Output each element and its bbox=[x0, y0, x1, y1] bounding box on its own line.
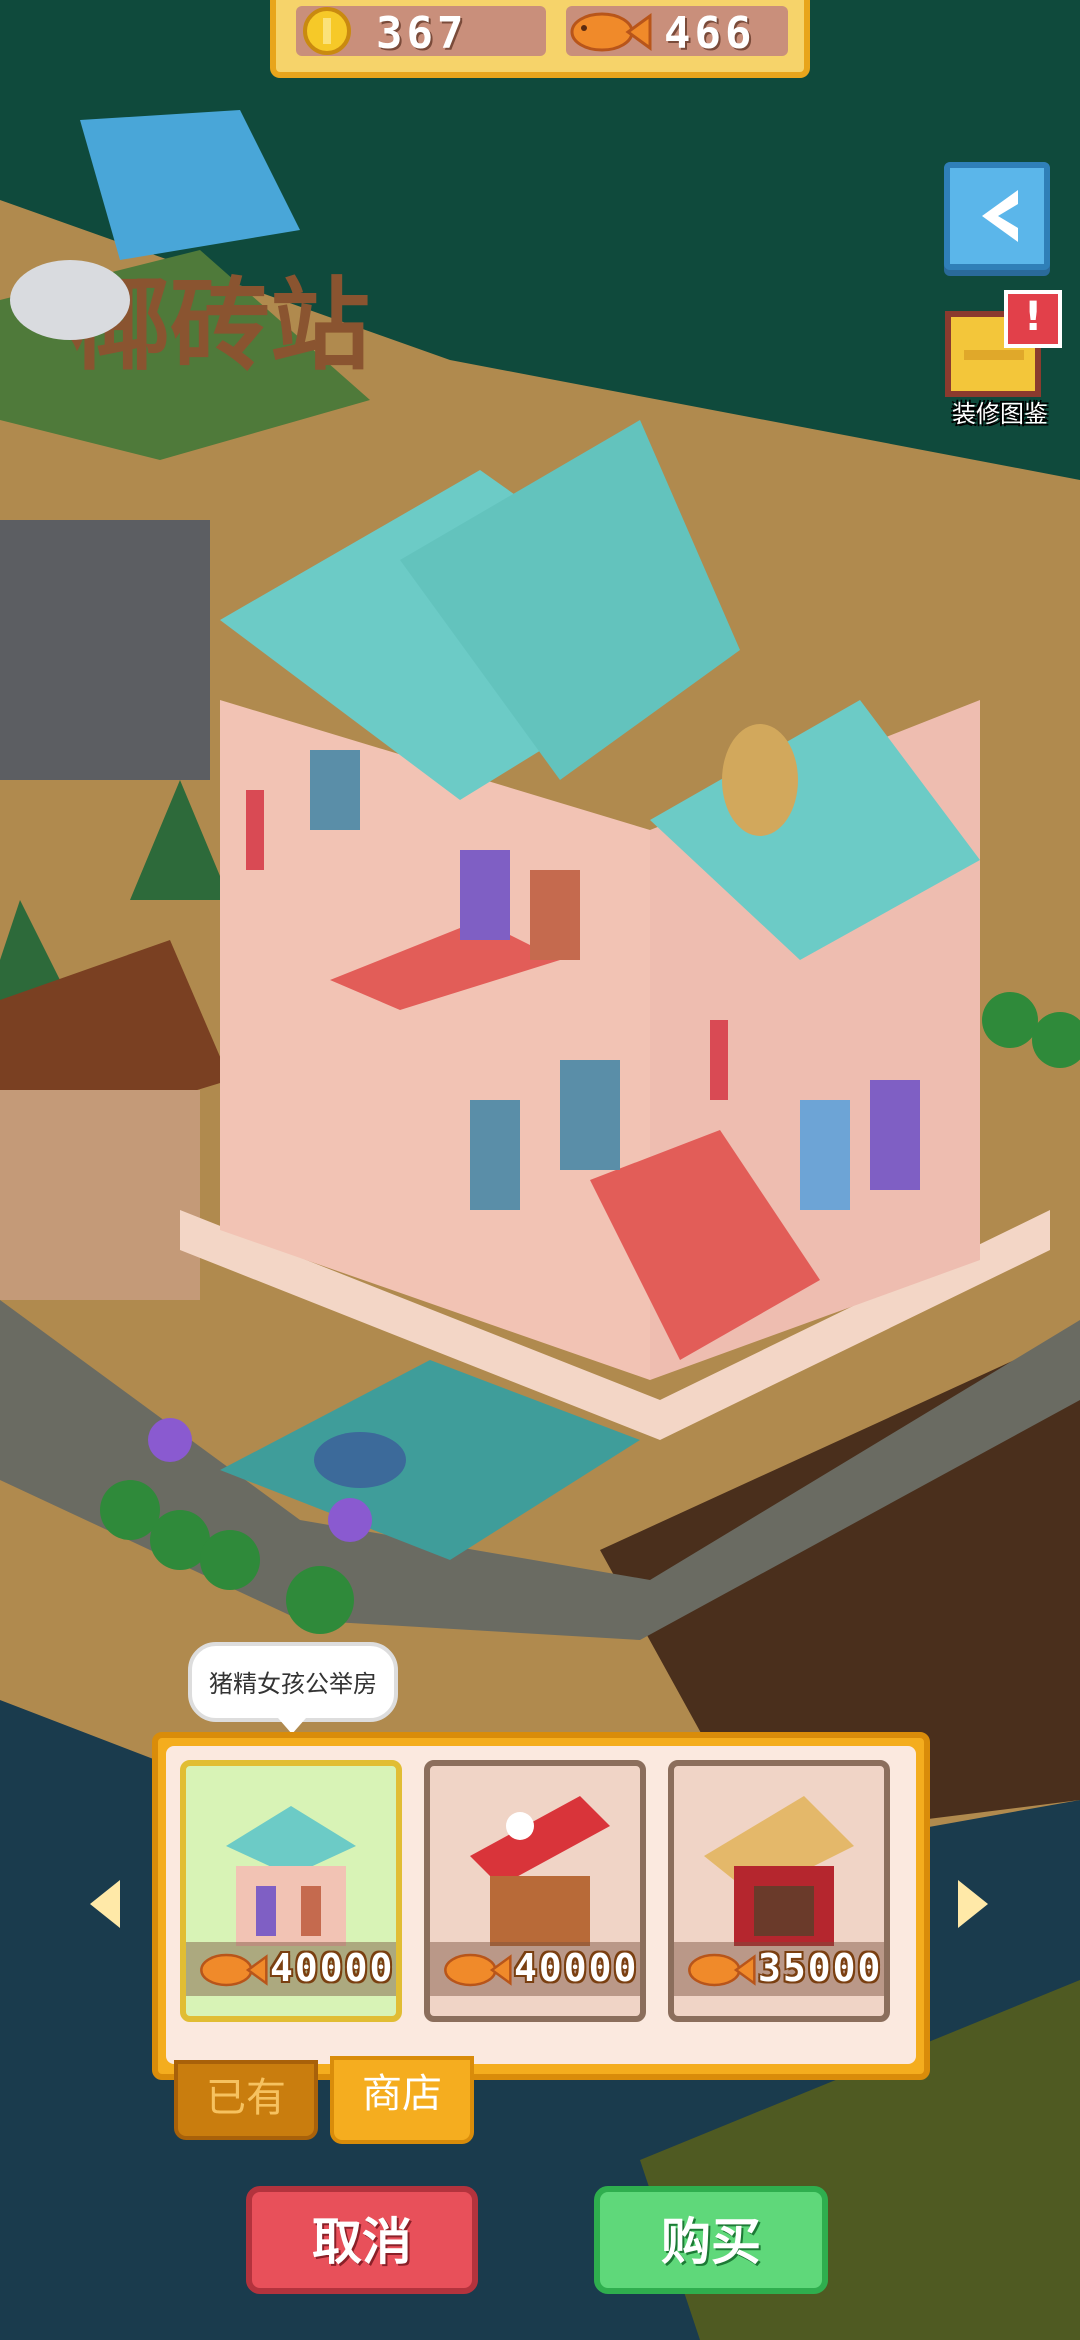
tooltip-text: 猪精女孩公举房 bbox=[209, 1670, 377, 1698]
bush bbox=[286, 1566, 354, 1634]
stained-window bbox=[870, 1080, 920, 1190]
coin-count: 367 bbox=[376, 8, 468, 59]
back-button[interactable] bbox=[944, 162, 1050, 270]
stained-window bbox=[800, 1100, 850, 1210]
chevron-left-icon[interactable] bbox=[90, 1880, 120, 1928]
cancel-button[interactable]: 取消 bbox=[246, 2186, 478, 2294]
tab-owned[interactable]: 已有 bbox=[174, 2060, 318, 2140]
alert-mark: ! bbox=[1024, 294, 1043, 340]
bush bbox=[982, 992, 1038, 1048]
whale-fountain bbox=[314, 1432, 406, 1488]
arched-window bbox=[470, 1100, 520, 1210]
bush bbox=[200, 1530, 260, 1590]
shop-item-card[interactable]: 40000 bbox=[424, 1760, 646, 2022]
arched-window bbox=[310, 750, 360, 830]
item-price: 35000 bbox=[758, 1946, 883, 1990]
fish-icon bbox=[570, 12, 652, 52]
fish-icon bbox=[200, 1953, 268, 1987]
station-block bbox=[0, 520, 210, 780]
back-arrow-icon bbox=[982, 190, 1018, 242]
fish-icon bbox=[688, 1953, 756, 1987]
chevron-right-icon[interactable] bbox=[958, 1880, 988, 1928]
arched-window bbox=[560, 1060, 620, 1170]
girl-character bbox=[722, 724, 798, 836]
catalog-label: 装修图鉴 bbox=[952, 400, 1048, 428]
stained-window bbox=[530, 870, 580, 960]
shop-item-card[interactable]: 35000 bbox=[668, 1760, 890, 2022]
tab-shop[interactable]: 商店 bbox=[330, 2056, 474, 2144]
stained-window bbox=[460, 850, 510, 940]
flag bbox=[246, 790, 264, 870]
flower bbox=[328, 1498, 372, 1542]
item-thumbnail bbox=[704, 1796, 854, 1946]
bush bbox=[100, 1480, 160, 1540]
flower bbox=[148, 1418, 192, 1462]
fish-count: 466 bbox=[664, 8, 756, 59]
currency-bar: 367 466 bbox=[270, 0, 810, 78]
shop-item-card[interactable]: 40000 bbox=[180, 1760, 402, 2022]
item-price: 40000 bbox=[514, 1946, 639, 1990]
left-house-wall bbox=[0, 1090, 200, 1300]
seal-mascot bbox=[10, 260, 130, 340]
item-thumbnail bbox=[470, 1796, 610, 1946]
buy-button[interactable]: 购买 bbox=[594, 2186, 828, 2294]
flag bbox=[710, 1020, 728, 1100]
item-price: 40000 bbox=[270, 1946, 395, 1990]
coin-icon bbox=[303, 7, 351, 55]
item-thumbnail bbox=[226, 1806, 356, 1946]
fish-icon bbox=[444, 1953, 512, 1987]
